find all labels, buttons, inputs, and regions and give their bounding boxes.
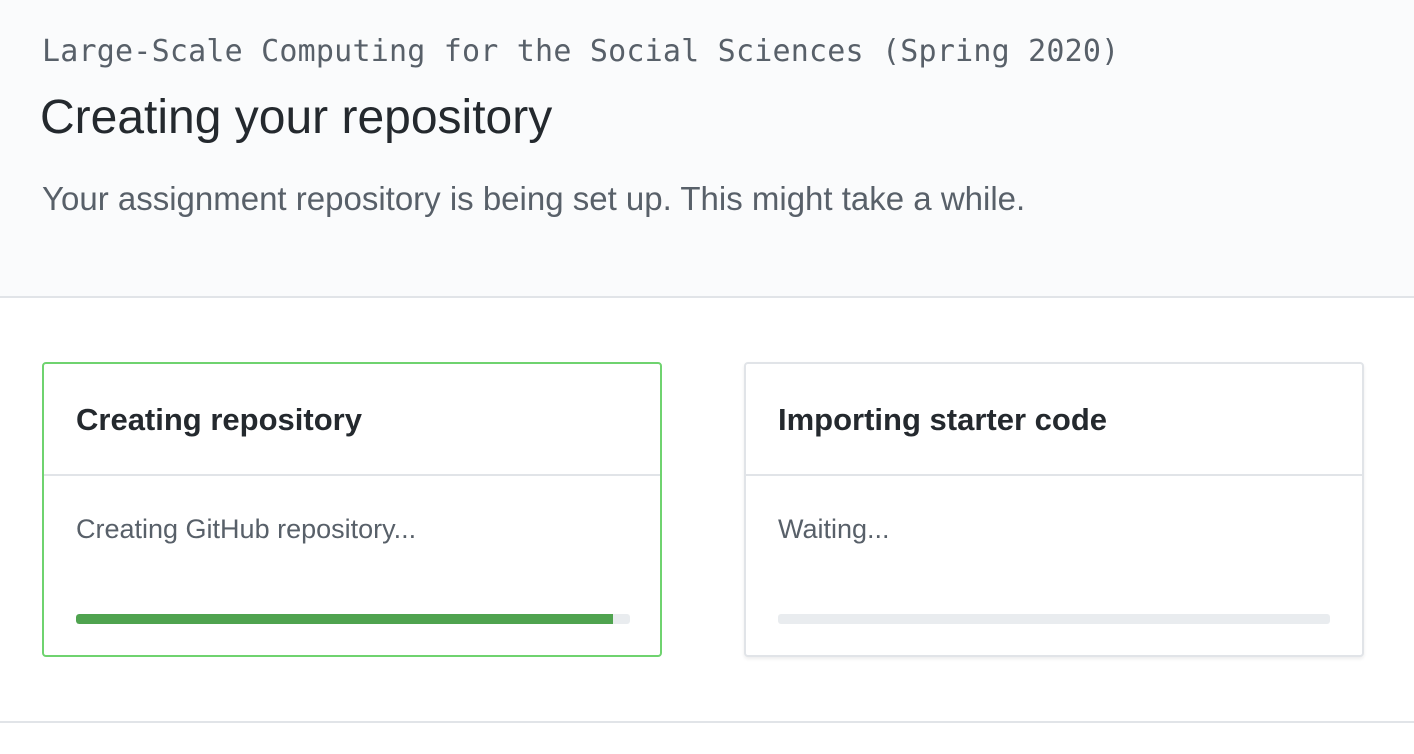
step-status: Creating GitHub repository... xyxy=(76,514,417,544)
progress-bar xyxy=(76,614,630,624)
card-header: Importing starter code xyxy=(746,364,1362,476)
card-header: Creating repository xyxy=(44,364,660,476)
step-title: Creating repository xyxy=(76,402,362,437)
progress-bar xyxy=(778,614,1330,624)
step-card-importing-starter-code: Importing starter code Waiting... xyxy=(744,362,1364,657)
step-card-creating-repository: Creating repository Creating GitHub repo… xyxy=(42,362,662,657)
step-title: Importing starter code xyxy=(778,402,1107,437)
progress-bar-fill xyxy=(76,614,614,624)
course-title: Large-Scale Computing for the Social Sci… xyxy=(42,34,1120,69)
step-status: Waiting... xyxy=(778,514,890,544)
page-header: Large-Scale Computing for the Social Sci… xyxy=(0,0,1414,298)
divider xyxy=(0,721,1414,723)
page-title: Creating your repository xyxy=(40,91,553,144)
page-subtitle: Your assignment repository is being set … xyxy=(42,180,1026,217)
